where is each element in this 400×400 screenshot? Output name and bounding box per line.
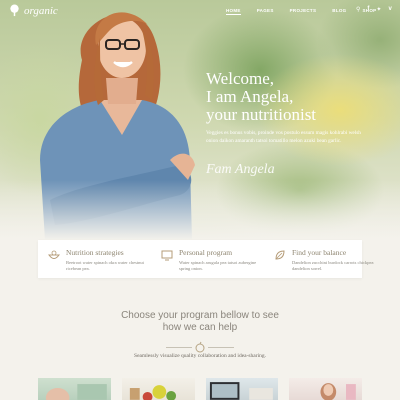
section-divider — [166, 341, 234, 353]
hero-heading-line1: Welcome, — [206, 69, 275, 88]
hero-intro-text: Veggies es bonus vobis, proinde vos post… — [206, 130, 361, 144]
hero-heading: Welcome, I am Angela, your nutritionist — [206, 70, 316, 124]
card-image — [45, 384, 107, 400]
hero-heading-line2: I am Angela, — [206, 87, 294, 106]
feature-title: Personal program — [179, 248, 233, 257]
feature-text: Dandelion zucchini burdock carrots chick… — [292, 260, 374, 271]
bowl-icon — [48, 250, 60, 259]
tree-logo-icon — [10, 4, 19, 17]
signature: Fam Angela — [206, 162, 275, 177]
menu-item-blog[interactable]: BLOG — [332, 8, 346, 15]
feature-find-your-balance[interactable]: Find your balance Dandelion zucchini bur… — [264, 240, 377, 278]
program-card[interactable] — [205, 378, 279, 400]
feature-title: Nutrition strategies — [66, 248, 124, 257]
feature-personal-program[interactable]: Personal program Water spinach arugula p… — [151, 240, 264, 278]
vimeo-icon[interactable]: v — [388, 6, 391, 13]
section-subtitle: Seamlessly visualize quality collaborati… — [134, 353, 266, 359]
section-title-line1: Choose your program bellow to see — [121, 310, 279, 321]
card-image — [320, 383, 357, 400]
nav-icons: ⚲ f ✦ v — [356, 6, 392, 13]
site-logo[interactable]: organic — [8, 4, 58, 17]
feature-nutrition-strategies[interactable]: Nutrition strategies Beetroot water spin… — [38, 240, 151, 278]
menu-item-home[interactable]: HOME — [226, 8, 241, 15]
twitter-icon[interactable]: ✦ — [376, 6, 381, 13]
screen-icon — [161, 250, 173, 261]
program-cards — [38, 378, 362, 400]
program-card[interactable] — [289, 378, 362, 400]
top-navigation: organic HOME PAGES PROJECTS BLOG SHOP ⚲ … — [0, 0, 400, 22]
feature-text: Beetroot water spinach okra water chestn… — [66, 260, 144, 271]
leaf-icon — [275, 250, 285, 260]
menu-item-projects[interactable]: PROJECTS — [290, 8, 317, 15]
card-image — [209, 382, 273, 400]
program-card[interactable] — [121, 378, 195, 400]
search-icon[interactable]: ⚲ — [356, 6, 360, 13]
logo-text: organic — [24, 4, 58, 17]
section-title: Choose your program bellow to see how we… — [0, 310, 400, 334]
section-title-line2: how we can help — [162, 322, 238, 333]
hero-section — [0, 0, 400, 240]
hero-heading-line3: your nutritionist — [206, 105, 317, 124]
feature-text: Water spinach arugula pea tatsoi aubergi… — [179, 260, 257, 271]
card-image — [129, 385, 176, 400]
features-bar: Nutrition strategies Beetroot water spin… — [38, 240, 373, 278]
apple-icon — [195, 341, 205, 353]
feature-title: Find your balance — [292, 248, 347, 257]
program-card[interactable] — [38, 378, 111, 400]
menu-item-pages[interactable]: PAGES — [257, 8, 274, 15]
facebook-icon[interactable]: f — [367, 6, 369, 13]
